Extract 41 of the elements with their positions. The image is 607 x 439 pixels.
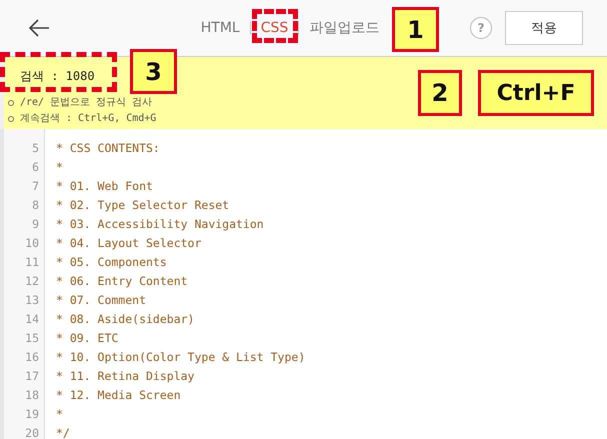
- line-number: 11: [24, 254, 39, 268]
- line-number: 8: [31, 198, 39, 212]
- line-number: 12: [24, 274, 39, 288]
- code-line: * 08. Aside(sidebar): [56, 312, 194, 326]
- code-line: * CSS CONTENTS:: [56, 140, 160, 154]
- code-line: *: [56, 160, 63, 174]
- line-number: 17: [24, 368, 39, 382]
- tab[interactable]: HTML: [198, 20, 242, 36]
- line-number: 13: [24, 292, 39, 306]
- code-line: * 05. Components: [56, 254, 167, 268]
- callout-label: 3: [130, 49, 177, 94]
- line-number: 9: [31, 216, 39, 230]
- code-line: * 06. Entry Content: [56, 274, 188, 288]
- callout-label: Ctrl+F: [478, 70, 594, 116]
- line-number: 10: [24, 236, 39, 250]
- line-number: 18: [24, 388, 39, 402]
- line-number: 16: [24, 350, 39, 364]
- search-query: 검색 : 1080: [20, 68, 95, 85]
- apply-button[interactable]: 적용: [505, 11, 583, 45]
- help-button[interactable]: ?: [470, 17, 492, 39]
- code-line: * 10. Option(Color Type & List Type): [56, 350, 306, 364]
- line-number: 15: [24, 330, 39, 344]
- tab[interactable]: 파일업로드: [307, 19, 382, 37]
- line-number: 20: [24, 426, 39, 439]
- code-line: */: [56, 426, 70, 439]
- code-line: * 07. Comment: [56, 292, 146, 306]
- line-number: 14: [24, 312, 39, 326]
- code-line: * 03. Accessibility Navigation: [56, 216, 264, 230]
- line-number: 7: [31, 178, 39, 192]
- line-number: 6: [31, 160, 39, 174]
- callout-label: 1: [392, 7, 439, 52]
- line-number: 19: [24, 406, 39, 420]
- line-number: 5: [31, 140, 39, 154]
- tab[interactable]: CSS: [258, 20, 290, 36]
- code-line: * 11. Retina Display: [56, 368, 194, 382]
- code-line: *: [56, 406, 63, 420]
- code-line: * 09. ETC: [56, 330, 118, 344]
- code-line: * 04. Layout Selector: [56, 236, 202, 250]
- code-line: * 12. Media Screen: [56, 388, 181, 402]
- code-line: * 01. Web Font: [56, 178, 153, 192]
- code-line: * 02. Type Selector Reset: [56, 198, 230, 212]
